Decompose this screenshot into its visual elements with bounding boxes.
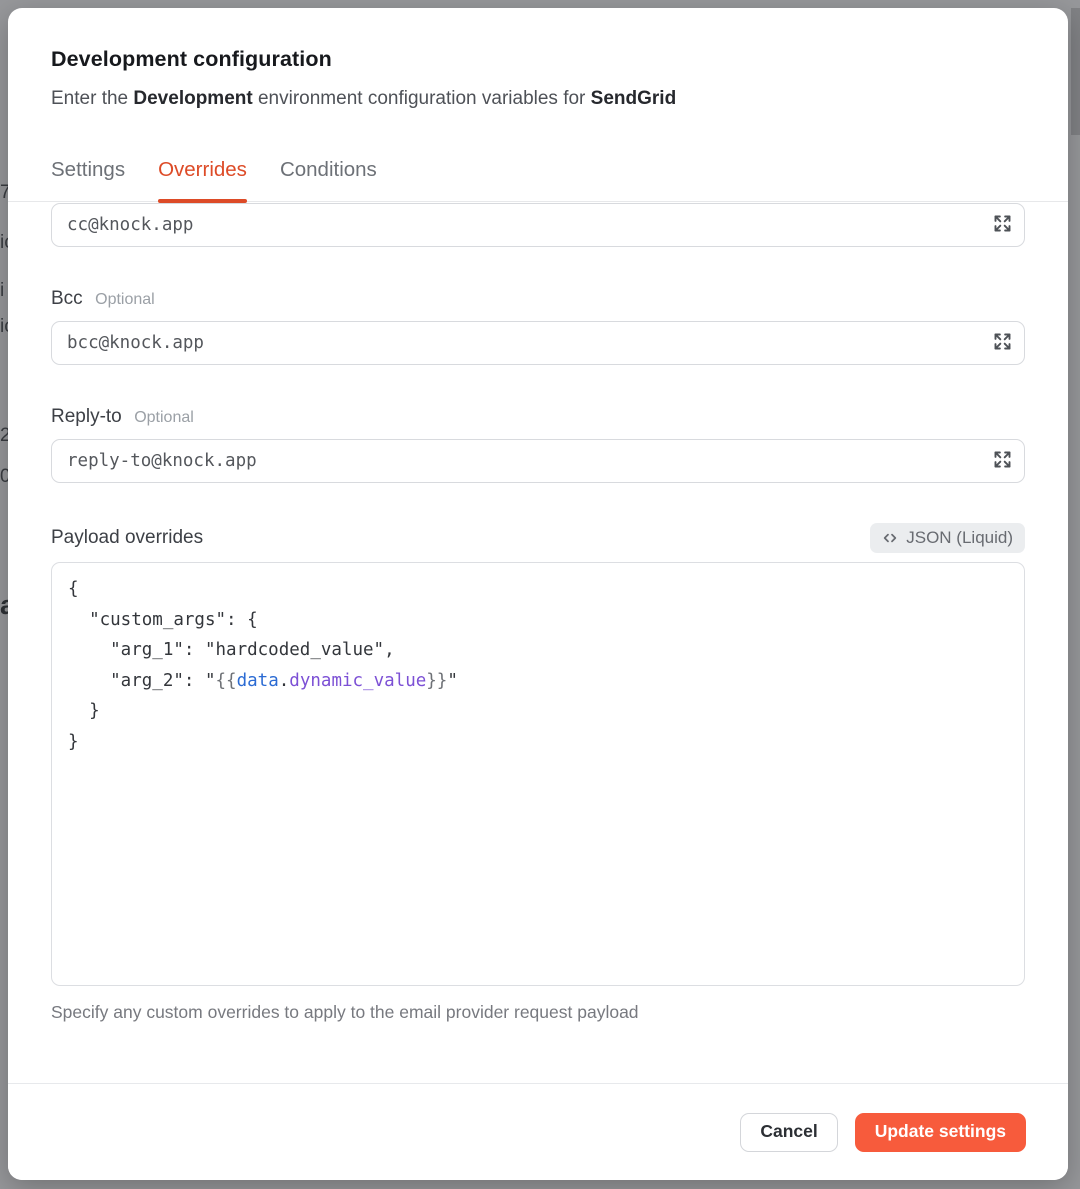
code-line: } [68,727,1008,758]
environment-name: Development [133,88,252,109]
reply-to-label: Reply-to [51,406,122,427]
json-liquid-badge: JSON (Liquid) [870,523,1025,553]
code-line: "arg_2": "{{data.dynamic_value}}" [68,666,1008,697]
tab-conditions[interactable]: Conditions [280,157,377,201]
update-settings-button[interactable]: Update settings [855,1113,1026,1152]
tab-overrides[interactable]: Overrides [158,157,247,201]
bcc-optional-tag: Optional [95,291,155,308]
field-group-reply-to: Reply-to Optional [51,405,1025,483]
reply-to-optional-tag: Optional [134,409,194,426]
provider-name: SendGrid [591,88,677,109]
code-line: "custom_args": { [68,605,1008,636]
json-liquid-badge-label: JSON (Liquid) [906,528,1013,548]
code-line: "arg_1": "hardcoded_value", [68,635,1008,666]
payload-overrides-section: Payload overrides JSON (Liquid) { "custo… [51,523,1025,1023]
overrides-tab-content: Cc Optional Bcc Optional [8,202,1068,1083]
expand-icon [992,449,1013,473]
payload-overrides-label: Payload overrides [51,527,203,549]
field-group-bcc: Bcc Optional [51,287,1025,365]
bcc-label: Bcc [51,288,83,309]
expand-icon [992,331,1013,355]
background-scrollbar [1071,8,1080,135]
page-title: Development configuration [51,46,1025,72]
expand-icon [992,213,1013,237]
development-configuration-modal: Development configuration Enter the Deve… [8,8,1068,1180]
modal-footer: Cancel Update settings [8,1083,1068,1180]
bcc-input[interactable] [51,321,1025,365]
modal-subtitle: Enter the Development environment config… [51,87,1025,110]
code-line: } [68,696,1008,727]
code-line: { [68,574,1008,605]
payload-overrides-code-editor[interactable]: { "custom_args": { "arg_1": "hardcoded_v… [51,562,1025,986]
reply-to-input[interactable] [51,439,1025,483]
bcc-expand-button[interactable] [990,331,1014,355]
reply-to-expand-button[interactable] [990,449,1014,473]
cancel-button[interactable]: Cancel [740,1113,837,1152]
reply-to-label-row: Reply-to Optional [51,405,1025,429]
code-icon [882,530,898,546]
cc-input[interactable] [51,203,1025,247]
cc-expand-button[interactable] [990,213,1014,237]
payload-helper-text: Specify any custom overrides to apply to… [51,1001,1025,1023]
tab-bar: Settings Overrides Conditions [8,157,1068,202]
bcc-label-row: Bcc Optional [51,287,1025,311]
field-group-cc: Cc Optional [51,202,1025,247]
modal-header: Development configuration Enter the Deve… [8,8,1068,202]
tab-settings[interactable]: Settings [51,157,125,201]
